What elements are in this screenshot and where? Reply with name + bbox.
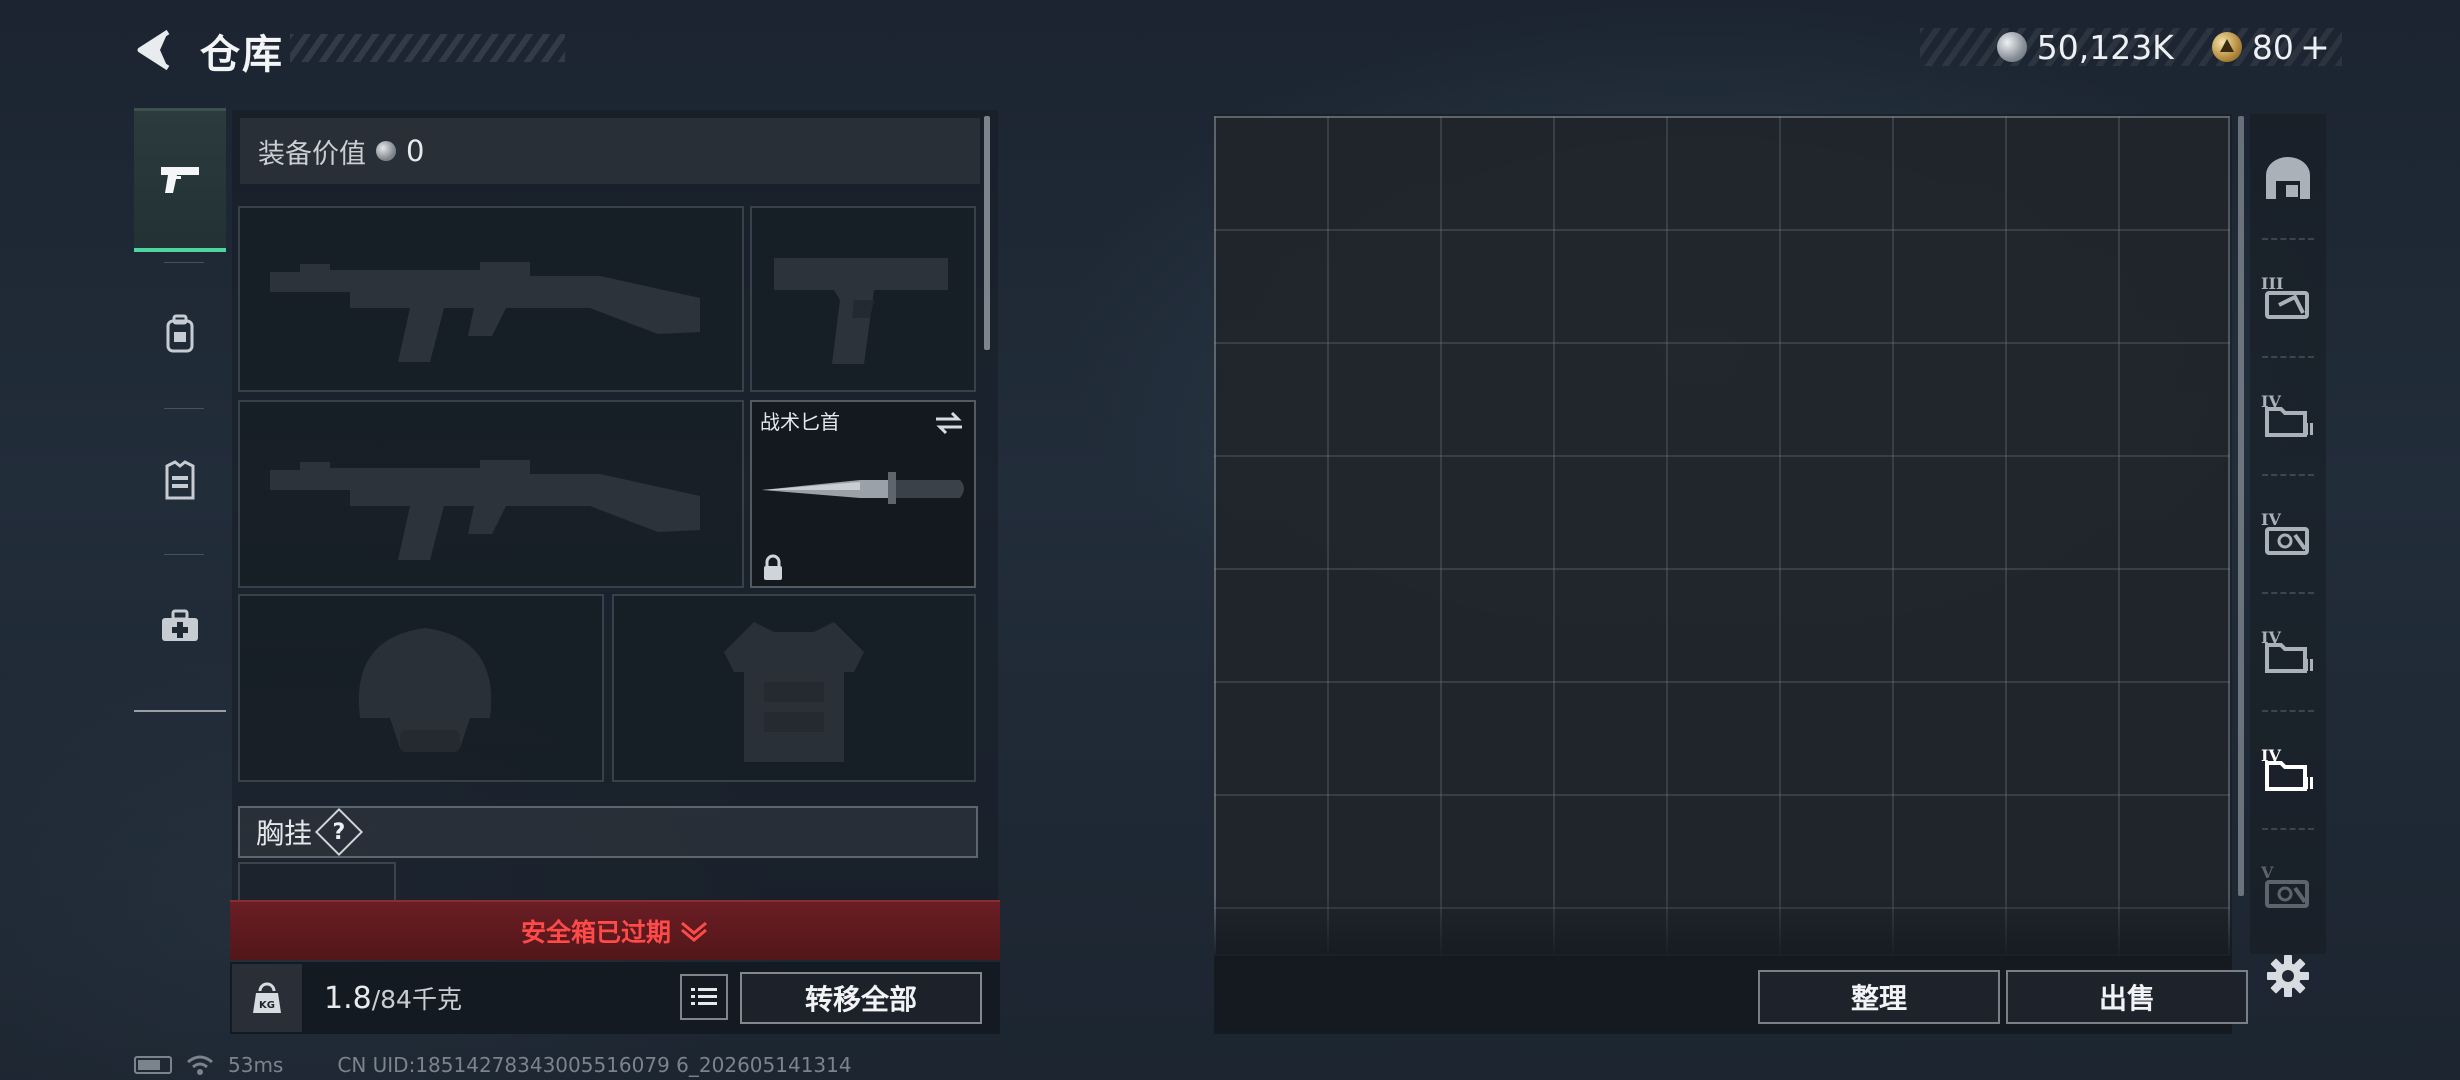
storage-tab-6-active[interactable]: IV — [2250, 710, 2326, 828]
title-decoration — [290, 34, 565, 62]
settings-button[interactable] — [2262, 950, 2314, 1002]
list-view-button[interactable] — [680, 974, 728, 1020]
gear-icon — [2267, 955, 2309, 997]
weight-icon-box: KG — [232, 964, 302, 1032]
storage-tab-home[interactable] — [2250, 120, 2326, 238]
kettlebell-weight-icon: KG — [253, 982, 281, 1013]
primary-weapon-slot-2[interactable] — [238, 400, 744, 588]
melee-slot[interactable]: 战术匕首 — [750, 400, 976, 588]
helmet-silhouette-icon — [358, 628, 492, 752]
knife-icon — [762, 472, 964, 504]
armor-slot[interactable] — [612, 594, 976, 782]
storage-tab-label: V — [2261, 863, 2274, 882]
equipment-scrollbar[interactable] — [984, 116, 990, 350]
helmet-slot[interactable] — [238, 594, 604, 782]
safebox-expired-banner[interactable]: 安全箱已过期 — [230, 900, 1000, 960]
sort-button[interactable]: 整理 — [1758, 970, 2000, 1024]
weight-current: 1.8 — [324, 981, 372, 1016]
tab-medical[interactable] — [134, 554, 226, 698]
chevron-down-icon — [681, 921, 707, 942]
warehouse-grid[interactable] — [1214, 116, 2230, 956]
uid-text: CN UID:18514278343005516079 6_2026051413… — [337, 1053, 852, 1077]
medkit-icon — [162, 609, 198, 641]
equipment-value-label: 装备价值 — [258, 138, 366, 170]
backpack-icon — [166, 314, 194, 353]
rifle-silhouette-icon — [270, 460, 700, 560]
sidearm-slot[interactable] — [750, 206, 976, 392]
silver-coin-icon — [1996, 32, 2027, 62]
swap-arrows-icon[interactable] — [934, 410, 964, 436]
melee-slot-label: 战术匕首 — [760, 410, 840, 434]
tab-vest[interactable] — [134, 408, 226, 552]
pistol-silhouette-icon — [774, 258, 948, 364]
gold-triangle-coin-icon — [2211, 32, 2242, 62]
category-tabs — [134, 108, 226, 712]
storage-tab-divider — [2262, 828, 2314, 830]
equipment-value: 0 — [406, 134, 425, 168]
rifle-silhouette-icon — [270, 262, 700, 362]
tab-backpack[interactable] — [134, 262, 226, 406]
help-question-icon: ? — [332, 819, 346, 845]
silver-coin-icon — [376, 141, 396, 161]
grid-fade — [1214, 896, 2232, 958]
ping-text: 53ms — [228, 1053, 284, 1077]
storage-tab-label: IV — [2261, 510, 2281, 529]
silver-currency-value: 50,123K — [2036, 27, 2174, 67]
chest-rig-label: 胸挂 — [256, 817, 313, 850]
storage-tab-5[interactable]: IV — [2250, 592, 2326, 710]
gold-currency-value: 80 — [2251, 27, 2294, 67]
storage-tab-7[interactable]: V — [2250, 836, 2326, 936]
tab-weapons[interactable] — [134, 108, 226, 252]
chest-rig-header: 胸挂 ? — [238, 806, 978, 858]
storage-tab-2[interactable]: III — [2250, 238, 2326, 356]
lock-icon — [764, 554, 782, 580]
safebox-status-text: 安全箱已过期 — [520, 918, 671, 947]
storage-tab-4[interactable]: IV — [2250, 474, 2326, 592]
storage-box-icon: V — [2261, 863, 2309, 908]
storage-box-icon: IV — [2261, 510, 2309, 555]
armor-silhouette-icon — [724, 622, 864, 762]
page-title: 仓库 — [200, 32, 284, 78]
back-arrow-icon — [137, 29, 170, 71]
folder-storage-icon: IV — [2261, 628, 2313, 673]
pistol-icon — [161, 166, 199, 193]
storage-tab-3[interactable]: IV — [2250, 356, 2326, 474]
vest-icon — [165, 460, 195, 500]
warehouse-home-icon — [2266, 157, 2310, 199]
transfer-all-button[interactable]: 转移全部 — [740, 972, 982, 1024]
list-icon — [691, 988, 717, 1005]
storage-box-icon: III — [2261, 274, 2309, 319]
sell-button[interactable]: 出售 — [2006, 970, 2248, 1024]
back-button[interactable] — [130, 26, 178, 74]
svg-text:KG: KG — [259, 1000, 275, 1011]
battery-icon — [134, 1056, 172, 1074]
wifi-icon — [187, 1055, 213, 1075]
primary-weapon-slot-1[interactable] — [238, 206, 744, 392]
weight-capacity: /84千克 — [371, 985, 462, 1014]
status-bar: 53ms CN UID:18514278343005516079 6_20260… — [134, 1052, 852, 1078]
storage-tab-label: III — [2261, 274, 2283, 293]
add-currency-button[interactable]: + — [2300, 27, 2330, 68]
equipment-value-bar: 装备价值 0 — [240, 118, 980, 184]
tabs-bottom-line — [134, 710, 226, 712]
folder-storage-icon: IV — [2261, 392, 2313, 437]
currency-bar: 50,123K 80 + — [1920, 27, 2342, 68]
folder-storage-icon: IV — [2261, 746, 2313, 791]
warehouse-scrollbar[interactable] — [2238, 116, 2244, 896]
weight-readout: 1.8/84千克 — [324, 980, 462, 1016]
help-button[interactable]: ? — [314, 807, 364, 857]
